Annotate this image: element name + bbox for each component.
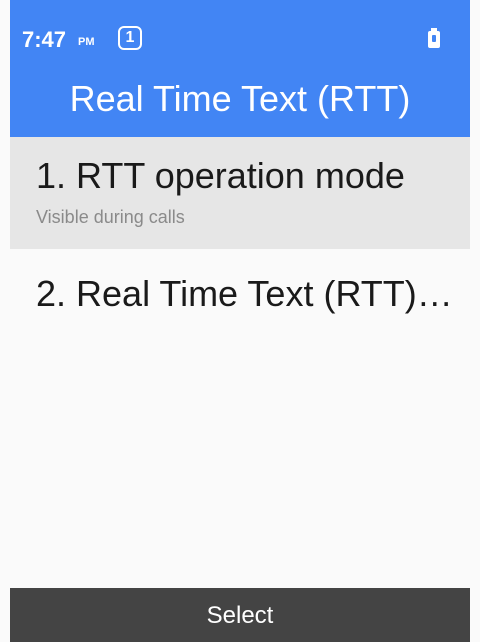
list-item-label: 1. RTT operation mode — [36, 155, 405, 196]
battery-charging-icon — [428, 28, 440, 48]
list-item-label: 2. Real Time Text (RTT) call — [36, 273, 460, 314]
screen: 7:47 PM 1 Real Time Text (RTT) 1. RTT op… — [0, 0, 480, 642]
list-item-rtt-call[interactable]: 2. Real Time Text (RTT) call — [10, 249, 470, 359]
list-item-sublabel: Visible during calls — [36, 207, 185, 227]
page-title: Real Time Text (RTT) — [69, 78, 411, 119]
status-time: 7:47 — [22, 27, 67, 52]
header: 7:47 PM 1 Real Time Text (RTT) — [10, 0, 470, 137]
list-item-rtt-operation-mode[interactable]: 1. RTT operation mode Visible during cal… — [10, 137, 470, 249]
status-ampm: PM — [78, 36, 95, 48]
select-softkey[interactable]: Select — [10, 602, 470, 630]
sim-card-icon: 1 — [118, 26, 142, 50]
softkey-bar: Select — [10, 588, 470, 642]
status-bar: 7:47 PM 1 — [10, 0, 470, 66]
